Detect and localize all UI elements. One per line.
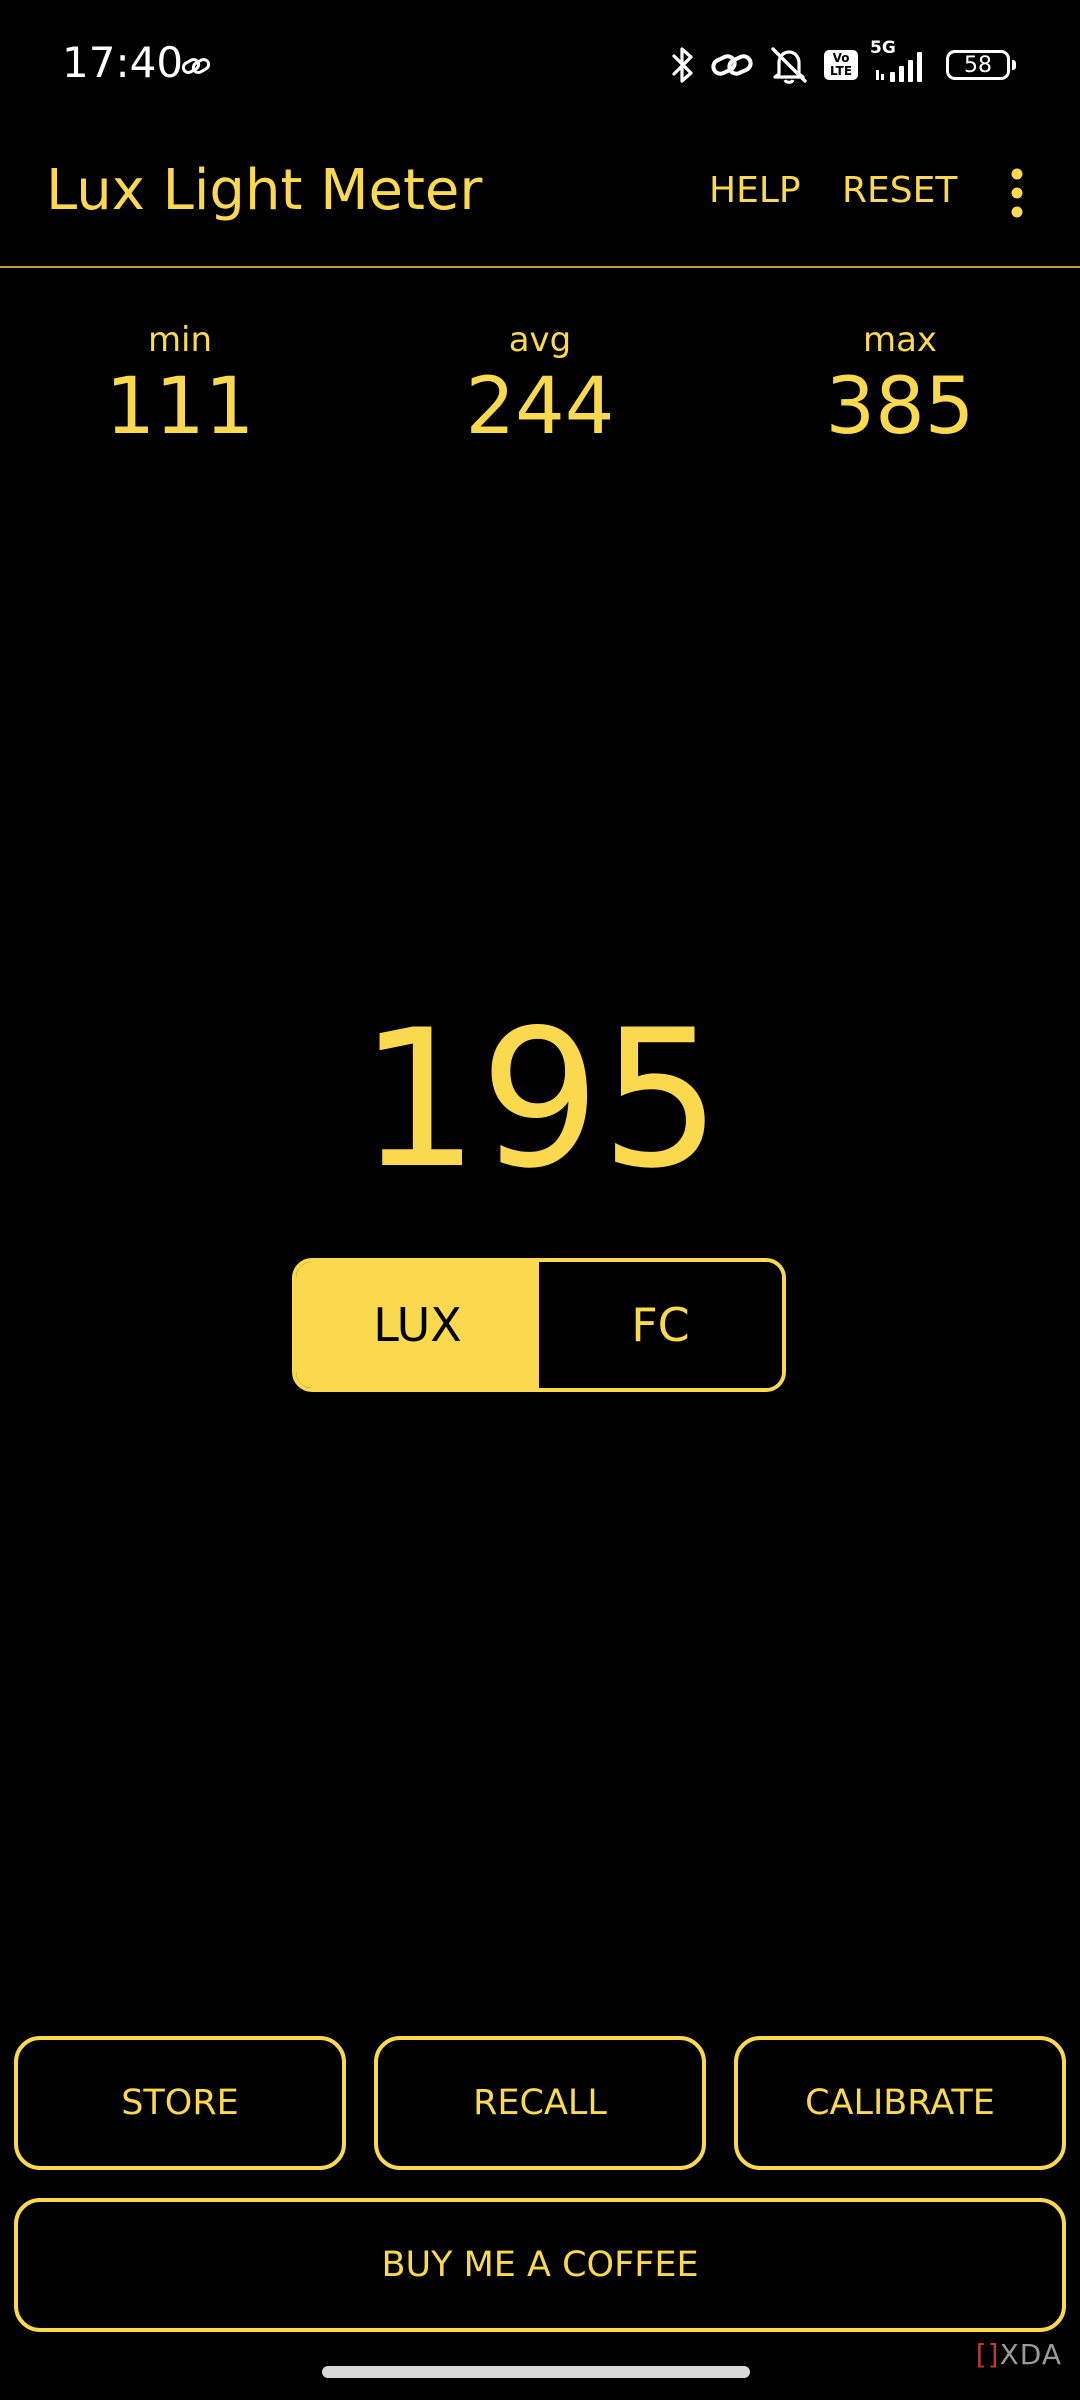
stat-min-label: min	[147, 320, 213, 360]
link-icon	[181, 58, 211, 74]
link-icon	[711, 54, 753, 76]
store-button[interactable]: STORE	[14, 2036, 346, 2170]
unit-fc-option[interactable]: FC	[539, 1262, 782, 1388]
volte-icon: Vo LTE	[824, 50, 858, 80]
status-icons: Vo LTE 5G 58	[670, 38, 1016, 90]
bell-off-icon	[771, 47, 807, 84]
stat-avg-label: avg	[508, 320, 572, 360]
battery-icon: 58	[946, 50, 1016, 80]
volte-bottom-label: LTE	[829, 64, 853, 78]
stat-max-value: 385	[825, 362, 975, 452]
watermark-text: XDA	[999, 2338, 1062, 2371]
unit-lux-option[interactable]: LUX	[296, 1262, 539, 1388]
help-button[interactable]: HELP	[709, 170, 801, 211]
more-vert-icon[interactable]	[1002, 166, 1032, 220]
battery-level: 58	[964, 52, 992, 78]
xda-watermark: []XDA	[976, 2338, 1062, 2371]
status-time: 17:40	[62, 38, 184, 87]
watermark-bracket: []	[975, 2338, 1000, 2371]
buy-me-a-coffee-button[interactable]: BUY ME A COFFEE	[14, 2198, 1066, 2332]
unit-toggle: LUX FC	[292, 1258, 786, 1392]
gesture-nav-handle[interactable]	[322, 2366, 750, 2378]
signal-icon: 5G	[870, 38, 932, 86]
bluetooth-icon	[672, 47, 693, 83]
status-bar: 17:40 Vo LTE 5G 58	[0, 0, 1080, 130]
stat-min-value: 111	[105, 362, 255, 452]
app-bar: Lux Light Meter HELP RESET	[0, 130, 1080, 268]
stat-max-label: max	[862, 320, 938, 360]
reset-button[interactable]: RESET	[842, 170, 957, 211]
recall-button[interactable]: RECALL	[374, 2036, 706, 2170]
stat-avg-value: 244	[465, 362, 615, 452]
lux-reading: 195	[358, 989, 722, 1210]
stat-avg: avg 244	[400, 318, 680, 452]
stat-min: min 111	[40, 318, 320, 452]
calibrate-button[interactable]: CALIBRATE	[734, 2036, 1066, 2170]
stat-max: max 385	[760, 318, 1040, 452]
network-type-label: 5G	[870, 38, 896, 58]
app-title: Lux Light Meter	[46, 158, 483, 223]
